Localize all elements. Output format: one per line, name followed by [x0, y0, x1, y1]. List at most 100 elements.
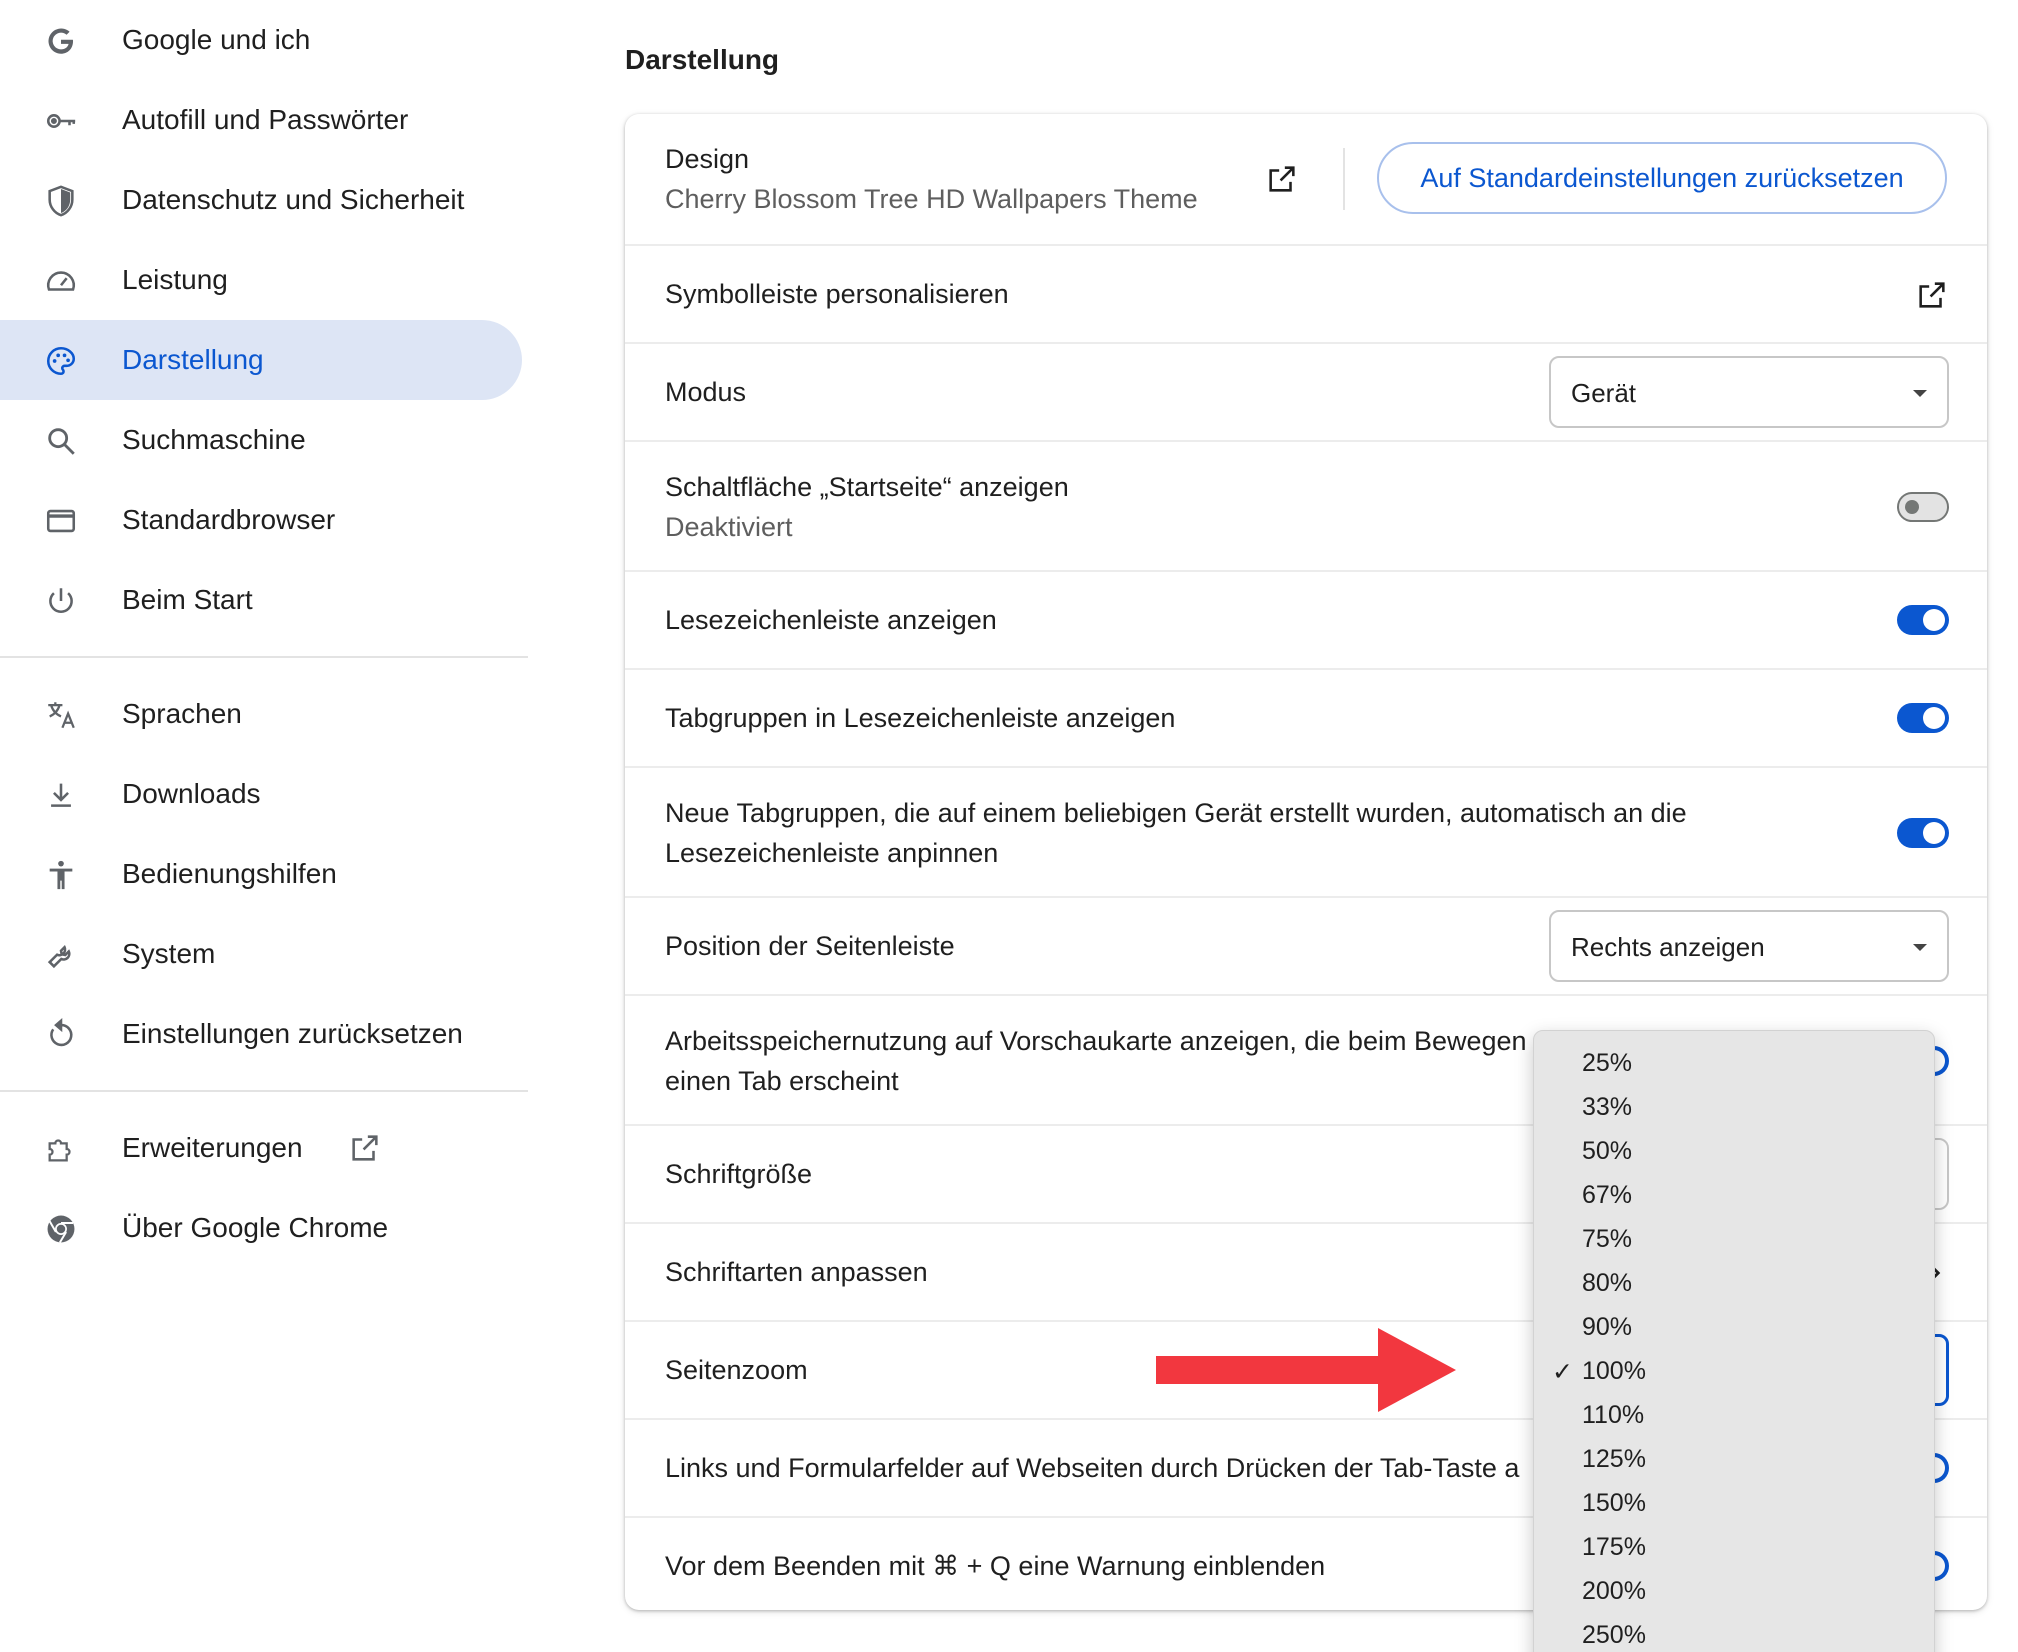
zoom-option[interactable]: 75%	[1534, 1217, 1936, 1261]
home-button-label: Schaltfläche „Startseite“ anzeigen	[665, 472, 1069, 502]
sidebar-item-label: Einstellungen zurücksetzen	[122, 1018, 463, 1049]
open-theme-external-icon[interactable]	[1265, 162, 1299, 196]
zoom-option[interactable]: 50%	[1534, 1129, 1936, 1173]
toggle-knob	[1905, 500, 1919, 514]
zoom-option[interactable]: 67%	[1534, 1173, 1936, 1217]
zoom-option-selected[interactable]: ✓ 100%	[1534, 1349, 1936, 1393]
sidebar-item-leistung[interactable]: Leistung	[0, 240, 522, 320]
sidebar-item-einstellungen-zuruecksetzen[interactable]: Einstellungen zurücksetzen	[0, 994, 522, 1074]
memory-usage-label-line2: einen Tab erscheint	[665, 1066, 899, 1096]
tab-key-label: Links und Formularfelder auf Webseiten d…	[665, 1453, 1520, 1483]
sidebar-item-sprachen[interactable]: Sprachen	[0, 674, 522, 754]
customize-fonts-label: Schriftarten anpassen	[665, 1257, 928, 1287]
bookmarks-bar-row: Lesezeichenleiste anzeigen	[625, 570, 1987, 668]
chevron-down-icon	[1913, 944, 1927, 951]
sidebar-item-system[interactable]: System	[0, 914, 522, 994]
power-icon	[44, 584, 78, 618]
bookmarks-bar-toggle[interactable]	[1897, 605, 1949, 635]
zoom-option[interactable]: 33%	[1534, 1085, 1936, 1129]
mode-label: Modus	[665, 377, 747, 407]
reset-icon	[44, 1018, 78, 1052]
toolbar-row[interactable]: Symbolleiste personalisieren	[625, 244, 1987, 342]
side-panel-select-value: Rechts anzeigen	[1571, 932, 1765, 962]
sidebar-item-ueber-chrome[interactable]: Über Google Chrome	[0, 1188, 522, 1268]
sidebar-item-label: Über Google Chrome	[122, 1212, 389, 1243]
sidebar-item-label: Google und ich	[122, 24, 311, 55]
zoom-dropdown-menu: 25% 33% 50% 67% 75% 80% 90% ✓ 100% 110% …	[1533, 1030, 1935, 1652]
key-icon	[44, 104, 78, 138]
home-button-toggle[interactable]	[1897, 492, 1949, 522]
sidebar-item-label: Sprachen	[122, 698, 242, 729]
puzzle-icon	[44, 1132, 78, 1166]
sidebar-divider	[0, 1090, 528, 1092]
wrench-icon	[44, 938, 78, 972]
sidebar-item-label: Downloads	[122, 778, 261, 809]
tab-groups-toggle[interactable]	[1897, 703, 1949, 733]
shield-icon	[44, 184, 78, 218]
side-panel-select[interactable]: Rechts anzeigen	[1549, 910, 1949, 982]
reset-theme-button[interactable]: Auf Standardeinstellungen zurücksetzen	[1377, 142, 1947, 214]
translate-icon	[44, 698, 78, 732]
sidebar-item-label: Darstellung	[122, 344, 264, 375]
zoom-option[interactable]: 80%	[1534, 1261, 1936, 1305]
pin-tab-groups-label-line2: Lesezeichenleiste anpinnen	[665, 838, 999, 868]
sidebar-item-darstellung[interactable]: Darstellung	[0, 320, 522, 400]
design-label: Design	[665, 144, 750, 174]
design-theme-name: Cherry Blossom Tree HD Wallpapers Theme	[665, 184, 1198, 214]
side-panel-label: Position der Seitenleiste	[665, 931, 955, 961]
sidebar-item-beim-start[interactable]: Beim Start	[0, 560, 522, 640]
browser-window-icon	[44, 504, 78, 538]
pin-tab-groups-label-line1: Neue Tabgruppen, die auf einem beliebige…	[665, 798, 1687, 828]
bookmarks-bar-label: Lesezeichenleiste anzeigen	[665, 605, 997, 635]
search-icon	[44, 424, 78, 458]
sidebar-item-google-und-ich[interactable]: Google und ich	[0, 0, 522, 80]
download-icon	[44, 778, 78, 812]
sidebar-item-autofill[interactable]: Autofill und Passwörter	[0, 80, 522, 160]
pin-tab-groups-toggle[interactable]	[1897, 818, 1949, 848]
sidebar-item-datenschutz[interactable]: Datenschutz und Sicherheit	[0, 160, 522, 240]
annotation-arrow-icon	[1156, 1328, 1456, 1412]
sidebar-item-label: Datenschutz und Sicherheit	[122, 184, 465, 215]
mode-select[interactable]: Gerät	[1549, 356, 1949, 428]
toggle-knob	[1923, 707, 1945, 729]
toggle-knob	[1923, 822, 1945, 844]
sidebar-item-label: Erweiterungen	[122, 1132, 303, 1163]
home-button-status: Deaktiviert	[665, 512, 793, 542]
sidebar-item-standardbrowser[interactable]: Standardbrowser	[0, 480, 522, 560]
zoom-option[interactable]: 25%	[1534, 1041, 1936, 1085]
speedometer-icon	[44, 264, 78, 298]
zoom-option[interactable]: 150%	[1534, 1481, 1936, 1525]
design-row: Design Cherry Blossom Tree HD Wallpapers…	[625, 114, 1987, 244]
toolbar-label: Symbolleiste personalisieren	[665, 279, 1009, 309]
tab-groups-row: Tabgruppen in Lesezeichenleiste anzeigen	[625, 668, 1987, 766]
zoom-option[interactable]: 110%	[1534, 1393, 1936, 1437]
sidebar-item-bedienungshilfen[interactable]: Bedienungshilfen	[0, 834, 522, 914]
chevron-down-icon	[1913, 390, 1927, 397]
home-button-row: Schaltfläche „Startseite“ anzeigen Deakt…	[625, 440, 1987, 570]
sidebar-item-label: Standardbrowser	[122, 504, 336, 535]
sidebar-item-label: Autofill und Passwörter	[122, 104, 409, 135]
chrome-icon	[44, 1212, 78, 1246]
sidebar-item-erweiterungen[interactable]: Erweiterungen	[0, 1108, 522, 1188]
external-link-icon	[352, 1135, 378, 1161]
checkmark-icon: ✓	[1552, 1358, 1573, 1386]
settings-sidebar: Google und ich Autofill und Passwörter D…	[0, 0, 530, 1652]
toggle-knob	[1923, 609, 1945, 631]
zoom-option[interactable]: 125%	[1534, 1437, 1936, 1481]
sidebar-item-label: Leistung	[122, 264, 228, 295]
palette-icon	[44, 344, 78, 378]
sidebar-item-label: Beim Start	[122, 584, 253, 615]
sidebar-divider	[0, 656, 528, 658]
accessibility-icon	[44, 858, 78, 892]
zoom-option[interactable]: 200%	[1534, 1569, 1936, 1613]
pin-tab-groups-row: Neue Tabgruppen, die auf einem beliebige…	[625, 766, 1987, 896]
mode-row: Modus Gerät	[625, 342, 1987, 440]
sidebar-item-suchmaschine[interactable]: Suchmaschine	[0, 400, 522, 480]
side-panel-row: Position der Seitenleiste Rechts anzeige…	[625, 896, 1987, 994]
zoom-option[interactable]: 175%	[1534, 1525, 1936, 1569]
page-zoom-label: Seitenzoom	[665, 1355, 808, 1385]
zoom-option[interactable]: 90%	[1534, 1305, 1936, 1349]
open-toolbar-external-icon[interactable]	[1915, 278, 1949, 312]
sidebar-item-downloads[interactable]: Downloads	[0, 754, 522, 834]
zoom-option[interactable]: 250%	[1534, 1613, 1936, 1652]
